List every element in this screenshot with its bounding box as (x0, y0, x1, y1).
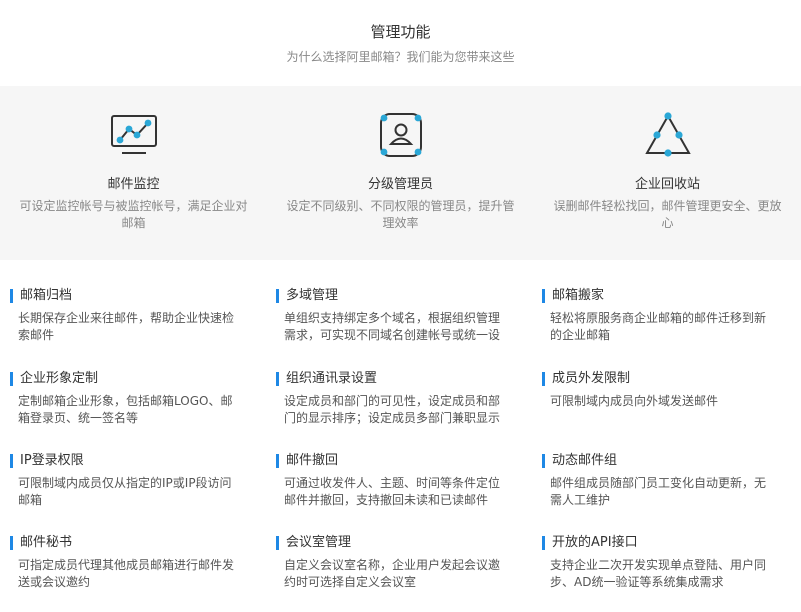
item-title: IP登录权限 (10, 453, 242, 469)
item-title: 多域管理 (276, 288, 508, 304)
list-item: IP登录权限 可限制域内成员仅从指定的IP或IP段访问邮箱 (10, 453, 242, 509)
list-item: 邮箱搬家 轻松将原服务商企业邮箱的邮件迁移到新的企业邮箱 (542, 288, 774, 344)
item-title: 组织通讯录设置 (276, 371, 508, 387)
item-desc: 可通过收发件人、主题、时间等条件定位邮件并撤回，支持撤回未读和已读邮件 (284, 476, 501, 507)
recycle-triangle-icon (643, 110, 693, 160)
list-item: 成员外发限制 可限制域内成员向外域发送邮件 (542, 371, 774, 410)
section-title: 管理功能 (370, 23, 431, 41)
item-title: 企业形象定制 (10, 371, 242, 387)
list-item: 邮箱归档 长期保存企业来往邮件，帮助企业快速检索邮件 (10, 288, 242, 344)
feature-desc: 设定不同级别、不同权限的管理员，提升管理效率 (286, 199, 515, 230)
admin-user-icon (376, 110, 426, 160)
feature-recycle-bin: 企业回收站 误删邮件轻松找回，邮件管理更安全、更放心 (534, 86, 801, 260)
item-desc: 可限制域内成员向外域发送邮件 (550, 394, 719, 408)
feature-title: 邮件监控 (107, 177, 160, 192)
feature-title: 企业回收站 (634, 177, 700, 192)
item-desc: 邮件组成员随部门员工变化自动更新，无需人工维护 (550, 476, 767, 507)
item-desc: 定制邮箱企业形象，包括邮箱LOGO、邮箱登录页、统一签名等 (18, 394, 233, 425)
list-item: 动态邮件组 邮件组成员随部门员工变化自动更新，无需人工维护 (542, 453, 774, 509)
section-header: 管理功能 为什么选择阿里邮箱？我们能为您带来这些 (0, 0, 801, 86)
item-desc: 长期保存企业来往邮件，帮助企业快速检索邮件 (18, 311, 235, 342)
feature-mail-monitor: 邮件监控 可设定监控帐号与被监控帐号，满足企业对邮箱 (0, 86, 267, 260)
list-item: 邮件秘书 可指定成员代理其他成员邮箱进行邮件发送或会议邀约 (10, 535, 242, 591)
item-desc: 支持企业二次开发实现单点登陆、用户同步、AD统一验证等系统集成需求 (550, 558, 767, 589)
item-desc: 可限制域内成员仅从指定的IP或IP段访问邮箱 (18, 476, 232, 507)
item-title: 邮箱搬家 (542, 288, 774, 304)
item-title: 邮件秘书 (10, 535, 242, 551)
item-desc: 单组织支持绑定多个域名，根据组织管理需求，可实现不同域名创建帐号或统一设 (284, 311, 501, 342)
list-item: 开放的API接口 支持企业二次开发实现单点登陆、用户同步、AD统一验证等系统集成… (542, 535, 774, 591)
list-item: 多域管理 单组织支持绑定多个域名，根据组织管理需求，可实现不同域名创建帐号或统一… (276, 288, 508, 344)
feature-title: 分级管理员 (367, 177, 433, 192)
item-title: 邮件撤回 (276, 453, 508, 469)
feature-admin-levels: 分级管理员 设定不同级别、不同权限的管理员，提升管理效率 (267, 86, 534, 260)
item-desc: 可指定成员代理其他成员邮箱进行邮件发送或会议邀约 (18, 558, 235, 589)
feature-desc: 误删邮件轻松找回，邮件管理更安全、更放心 (553, 199, 782, 230)
list-item: 组织通讯录设置 设定成员和部门的可见性，设定成员和部门的显示排序；设定成员多部门… (276, 371, 508, 427)
item-title: 动态邮件组 (542, 453, 774, 469)
item-desc: 轻松将原服务商企业邮箱的邮件迁移到新的企业邮箱 (550, 311, 767, 342)
item-desc: 自定义会议室名称，企业用户发起会议邀约时可选择自定义会议室 (284, 558, 501, 589)
feature-panel: 邮件监控 可设定监控帐号与被监控帐号，满足企业对邮箱 分级管理员 设定不同级别、… (0, 86, 801, 260)
list-item: 邮件撤回 可通过收发件人、主题、时间等条件定位邮件并撤回，支持撤回未读和已读邮件 (276, 453, 508, 509)
feature-desc: 可设定监控帐号与被监控帐号，满足企业对邮箱 (19, 199, 248, 230)
item-title: 会议室管理 (276, 535, 508, 551)
item-title: 邮箱归档 (10, 288, 242, 304)
item-desc: 设定成员和部门的可见性，设定成员和部门的显示排序；设定成员多部门兼职显示 (284, 394, 501, 425)
list-item: 企业形象定制 定制邮箱企业形象，包括邮箱LOGO、邮箱登录页、统一签名等 (10, 371, 242, 427)
section-subtitle: 为什么选择阿里邮箱？我们能为您带来这些 (286, 50, 515, 64)
list-item: 会议室管理 自定义会议室名称，企业用户发起会议邀约时可选择自定义会议室 (276, 535, 508, 591)
item-title: 开放的API接口 (542, 535, 774, 551)
monitor-chart-icon (109, 110, 159, 160)
item-title: 成员外发限制 (542, 371, 774, 387)
